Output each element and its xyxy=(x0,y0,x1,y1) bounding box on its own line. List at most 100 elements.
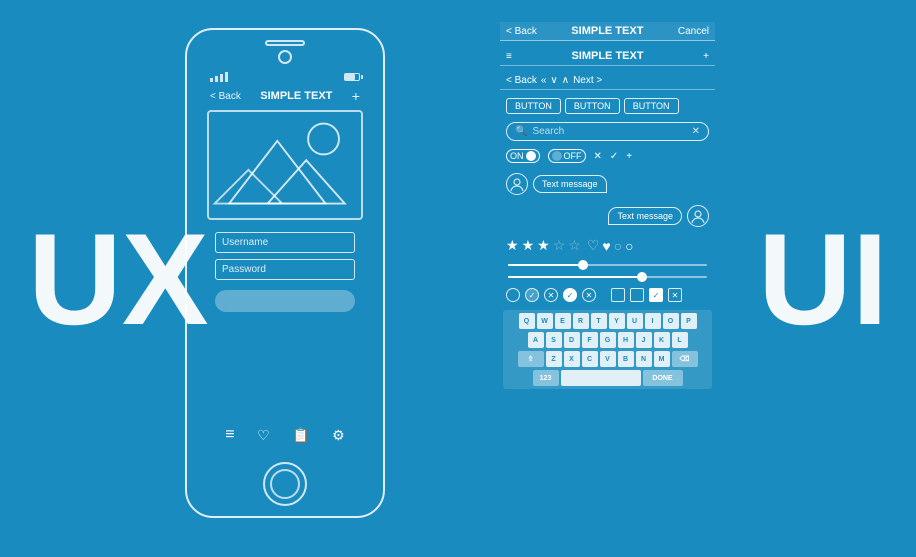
key-i[interactable]: I xyxy=(645,313,661,329)
radio-check-1[interactable]: ✓ xyxy=(525,288,539,302)
toolbar-next-sym-button[interactable]: ∧ xyxy=(562,75,569,86)
ui-button-2[interactable]: BUTTON xyxy=(565,98,620,114)
toggle-check-icon: ✓ xyxy=(610,151,618,162)
checkbox-empty-1[interactable] xyxy=(611,288,625,302)
keyboard-row-2: A S D F G H J K L xyxy=(507,332,708,348)
key-p[interactable]: P xyxy=(681,313,697,329)
key-r[interactable]: R xyxy=(573,313,589,329)
key-b[interactable]: B xyxy=(618,351,634,367)
key-l[interactable]: L xyxy=(672,332,688,348)
key-v[interactable]: V xyxy=(600,351,616,367)
checkbox-empty-2[interactable] xyxy=(630,288,644,302)
ui-navbar-back[interactable]: < Back xyxy=(506,26,537,37)
on-screen-keyboard: Q W E R T Y U I O P A S D F G H J K L ⇧ … xyxy=(503,310,712,389)
stars-rating-row: ★ ★ ★ ☆ ☆ ♡ ♥ ○ ○ xyxy=(500,235,715,256)
key-z[interactable]: Z xyxy=(546,351,562,367)
key-k[interactable]: K xyxy=(654,332,670,348)
radio-x-1[interactable]: ✕ xyxy=(544,288,558,302)
phone-bottom-nav: ≡ ♡ 📋 ⚙ xyxy=(206,422,364,448)
phone-back-button[interactable]: < Back xyxy=(210,91,241,102)
phone-list-icon[interactable]: 📋 xyxy=(292,427,309,444)
phone-mockup: < Back SIMPLE TEXT + Username Password ≡… xyxy=(185,28,385,518)
toolbar-prev-prev-button[interactable]: « xyxy=(541,75,547,86)
toggle-on-label: ON xyxy=(510,151,524,161)
star-4[interactable]: ☆ xyxy=(553,237,566,254)
checkbox-x-1[interactable]: ✕ xyxy=(668,288,682,302)
slider-row-1 xyxy=(500,262,715,268)
ui-button-3[interactable]: BUTTON xyxy=(624,98,679,114)
key-o[interactable]: O xyxy=(663,313,679,329)
chat-avatar-received xyxy=(506,173,528,195)
heart-filled-icon[interactable]: ♥ xyxy=(602,238,610,254)
ui-menu-bar: ≡ SIMPLE TEXT + xyxy=(500,47,715,66)
radio-x-filled[interactable]: ✕ xyxy=(582,288,596,302)
checkbox-checked-1[interactable]: ✓ xyxy=(649,288,663,302)
key-x[interactable]: X xyxy=(564,351,580,367)
phone-username-input[interactable]: Username xyxy=(215,232,355,253)
toggle-x-icon: ✕ xyxy=(594,151,602,162)
phone-battery xyxy=(344,73,360,81)
heart-empty-icon[interactable]: ♡ xyxy=(587,237,600,254)
key-m[interactable]: M xyxy=(654,351,670,367)
slider-track-2[interactable] xyxy=(508,276,707,278)
star-3[interactable]: ★ xyxy=(537,237,550,254)
toggle-on[interactable]: ON xyxy=(506,149,540,163)
key-s[interactable]: S xyxy=(546,332,562,348)
ui-search-bar[interactable]: 🔍 Search ✕ xyxy=(506,122,709,141)
key-done[interactable]: DONE xyxy=(643,370,683,386)
key-n[interactable]: N xyxy=(636,351,652,367)
phone-settings-icon[interactable]: ⚙ xyxy=(332,427,345,444)
toolbar-back-button[interactable]: < Back xyxy=(506,75,537,86)
ui-menu-plus-button[interactable]: + xyxy=(703,51,709,62)
radio-filled-1[interactable]: ✓ xyxy=(563,288,577,302)
keyboard-row-3: ⇧ Z X C V B N M ⌫ xyxy=(507,351,708,367)
slider-thumb-2[interactable] xyxy=(637,272,647,282)
phone-password-input[interactable]: Password xyxy=(215,259,355,280)
key-f[interactable]: F xyxy=(582,332,598,348)
key-shift[interactable]: ⇧ xyxy=(518,351,544,367)
phone-submit-button[interactable] xyxy=(215,290,355,312)
key-123[interactable]: 123 xyxy=(533,370,559,386)
slider-thumb-1[interactable] xyxy=(578,260,588,270)
speech-filled-icon[interactable]: ○ xyxy=(625,238,633,254)
radio-empty-1[interactable] xyxy=(506,288,520,302)
phone-image-area xyxy=(207,110,363,220)
keyboard-row-4: 123 DONE xyxy=(507,370,708,386)
phone-heart-icon[interactable]: ♡ xyxy=(257,427,270,444)
toolbar-next-button[interactable]: Next > xyxy=(573,75,602,86)
key-t[interactable]: T xyxy=(591,313,607,329)
key-e[interactable]: E xyxy=(555,313,571,329)
ui-hamburger-icon[interactable]: ≡ xyxy=(506,51,512,62)
star-5[interactable]: ☆ xyxy=(568,237,581,254)
phone-nav-plus-button[interactable]: + xyxy=(352,88,360,104)
slider-track-1[interactable] xyxy=(508,264,707,266)
key-d[interactable]: D xyxy=(564,332,580,348)
ui-button-1[interactable]: BUTTON xyxy=(506,98,561,114)
key-w[interactable]: W xyxy=(537,313,553,329)
ui-navbar-cancel[interactable]: Cancel xyxy=(678,26,709,37)
toolbar-prev-button[interactable]: ∨ xyxy=(550,75,557,86)
ui-buttons-row: BUTTON BUTTON BUTTON xyxy=(500,96,715,116)
key-a[interactable]: A xyxy=(528,332,544,348)
key-c[interactable]: C xyxy=(582,351,598,367)
key-h[interactable]: H xyxy=(618,332,634,348)
key-backspace[interactable]: ⌫ xyxy=(672,351,698,367)
star-1[interactable]: ★ xyxy=(506,237,519,254)
phone-nav-title: SIMPLE TEXT xyxy=(260,90,332,102)
chat-message-received: Text message xyxy=(533,175,607,193)
key-q[interactable]: Q xyxy=(519,313,535,329)
key-g[interactable]: G xyxy=(600,332,616,348)
speech-empty-icon[interactable]: ○ xyxy=(614,238,622,254)
keyboard-row-1: Q W E R T Y U I O P xyxy=(507,313,708,329)
phone-home-button[interactable] xyxy=(263,462,307,506)
key-u[interactable]: U xyxy=(627,313,643,329)
key-y[interactable]: Y xyxy=(609,313,625,329)
search-clear-icon[interactable]: ✕ xyxy=(692,126,700,137)
key-space[interactable] xyxy=(561,370,641,386)
key-j[interactable]: J xyxy=(636,332,652,348)
toggle-off[interactable]: OFF xyxy=(548,149,586,163)
ui-components-panel: < Back SIMPLE TEXT Cancel ≡ SIMPLE TEXT … xyxy=(500,22,715,389)
star-2[interactable]: ★ xyxy=(522,237,535,254)
phone-menu-icon[interactable]: ≡ xyxy=(225,426,234,444)
search-placeholder: Search xyxy=(532,126,686,137)
